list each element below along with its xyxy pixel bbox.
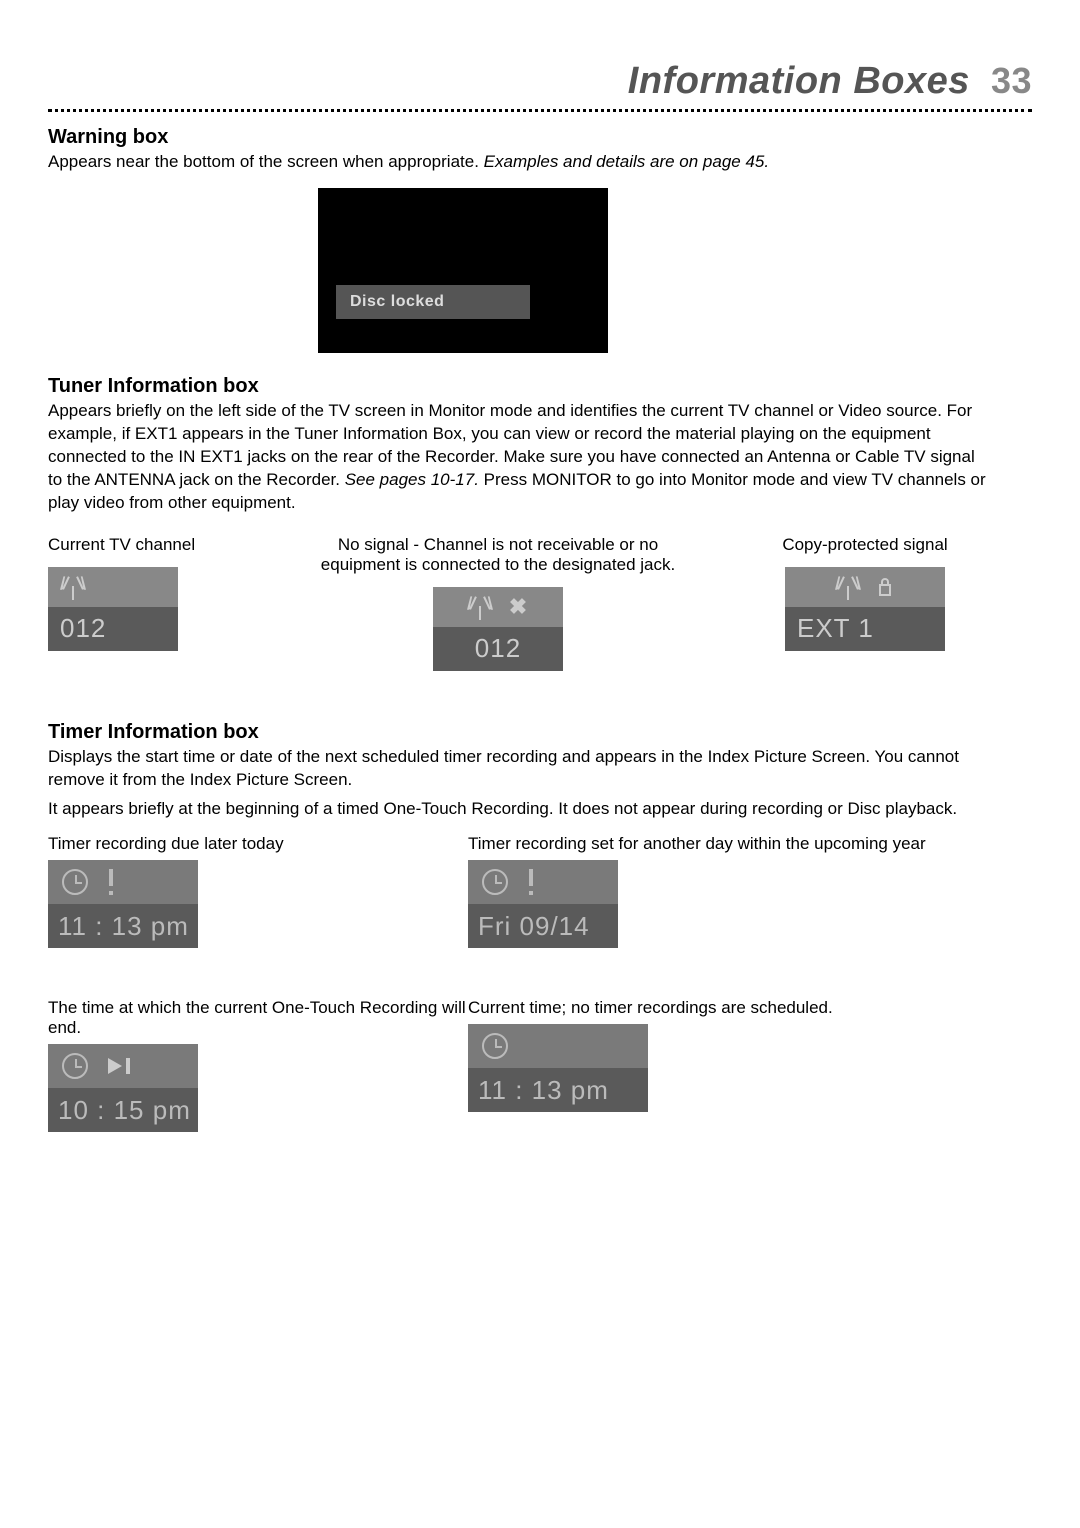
timer-cell-current-time: Current time; no timer recordings are sc… (468, 998, 1032, 1132)
tuner-col-right: Copy-protected signal EXT 1 (698, 535, 1032, 671)
timer-heading: Timer Information box (48, 721, 1032, 744)
exclamation-icon (108, 869, 114, 895)
warning-bar: Disc locked (336, 285, 530, 319)
page-header: Information Boxes 33 (48, 60, 1032, 107)
antenna-icon (469, 594, 491, 620)
clock-icon (62, 869, 88, 895)
tuner-box-top (48, 567, 178, 607)
page: Information Boxes 33 Warning box Appears… (0, 0, 1080, 1528)
tuner-mid-value: 012 (433, 627, 563, 671)
tuner-right-value: EXT 1 (785, 607, 945, 651)
tuner-box-current-channel: 012 (48, 567, 178, 651)
timer-p2: It appears briefly at the beginning of a… (48, 798, 988, 821)
tuner-left-value: 012 (48, 607, 178, 651)
timer-cell-today: Timer recording due later today 11 : 13 … (48, 834, 468, 948)
tuner-box-copy-protected: EXT 1 (785, 567, 945, 651)
tuner-col-left: Current TV channel 012 (48, 535, 298, 671)
warning-screenshot: Disc locked (318, 188, 608, 353)
timer-cell-other-day: Timer recording set for another day with… (468, 834, 1032, 948)
tuner-left-label: Current TV channel (48, 535, 298, 555)
clock-icon (482, 869, 508, 895)
tuner-mid-label: No signal - Channel is not receivable or… (298, 535, 698, 575)
timer-grid: Timer recording due later today 11 : 13 … (48, 834, 1032, 1132)
warning-desc: Appears near the bottom of the screen wh… (48, 151, 988, 174)
timer-c3-label: The time at which the current One-Touch … (48, 998, 468, 1038)
tuner-box-top: ✖ (433, 587, 563, 627)
timer-cell-otr-end: The time at which the current One-Touch … (48, 998, 468, 1132)
title-divider (48, 109, 1032, 112)
antenna-icon (837, 574, 859, 600)
timer-c1-label: Timer recording due later today (48, 834, 468, 854)
timer-c3-value: 10 : 15 pm (48, 1088, 198, 1132)
tuner-examples-row: Current TV channel 012 No signal - Chann… (48, 535, 1032, 671)
tuner-heading: Tuner Information box (48, 375, 1032, 398)
timer-box-other-day: Fri 09/14 (468, 860, 618, 948)
exclamation-icon (528, 869, 534, 895)
x-icon: ✖ (509, 594, 527, 620)
page-number: 33 (991, 60, 1032, 101)
timer-c1-value: 11 : 13 pm (48, 904, 198, 948)
timer-c2-value: Fri 09/14 (468, 904, 618, 948)
tuner-box-top (785, 567, 945, 607)
tuner-right-label: Copy-protected signal (698, 535, 1032, 555)
timer-p1: Displays the start time or date of the n… (48, 746, 988, 792)
timer-c4-value: 11 : 13 pm (468, 1068, 648, 1112)
skip-end-icon (108, 1055, 134, 1077)
tuner-box-no-signal: ✖ 012 (433, 587, 563, 671)
lock-icon (877, 578, 893, 596)
tuner-desc: Appears briefly on the left side of the … (48, 400, 988, 515)
page-title: Information Boxes (628, 60, 970, 102)
timer-c4-label: Current time; no timer recordings are sc… (468, 998, 1032, 1018)
timer-box-current-time: 11 : 13 pm (468, 1024, 648, 1112)
tuner-col-mid: No signal - Channel is not receivable or… (298, 535, 698, 671)
warning-heading: Warning box (48, 126, 1032, 149)
timer-box-today: 11 : 13 pm (48, 860, 198, 948)
antenna-icon (62, 574, 84, 600)
timer-c2-label: Timer recording set for another day with… (468, 834, 1032, 854)
clock-icon (482, 1033, 508, 1059)
timer-box-otr-end: 10 : 15 pm (48, 1044, 198, 1132)
clock-icon (62, 1053, 88, 1079)
